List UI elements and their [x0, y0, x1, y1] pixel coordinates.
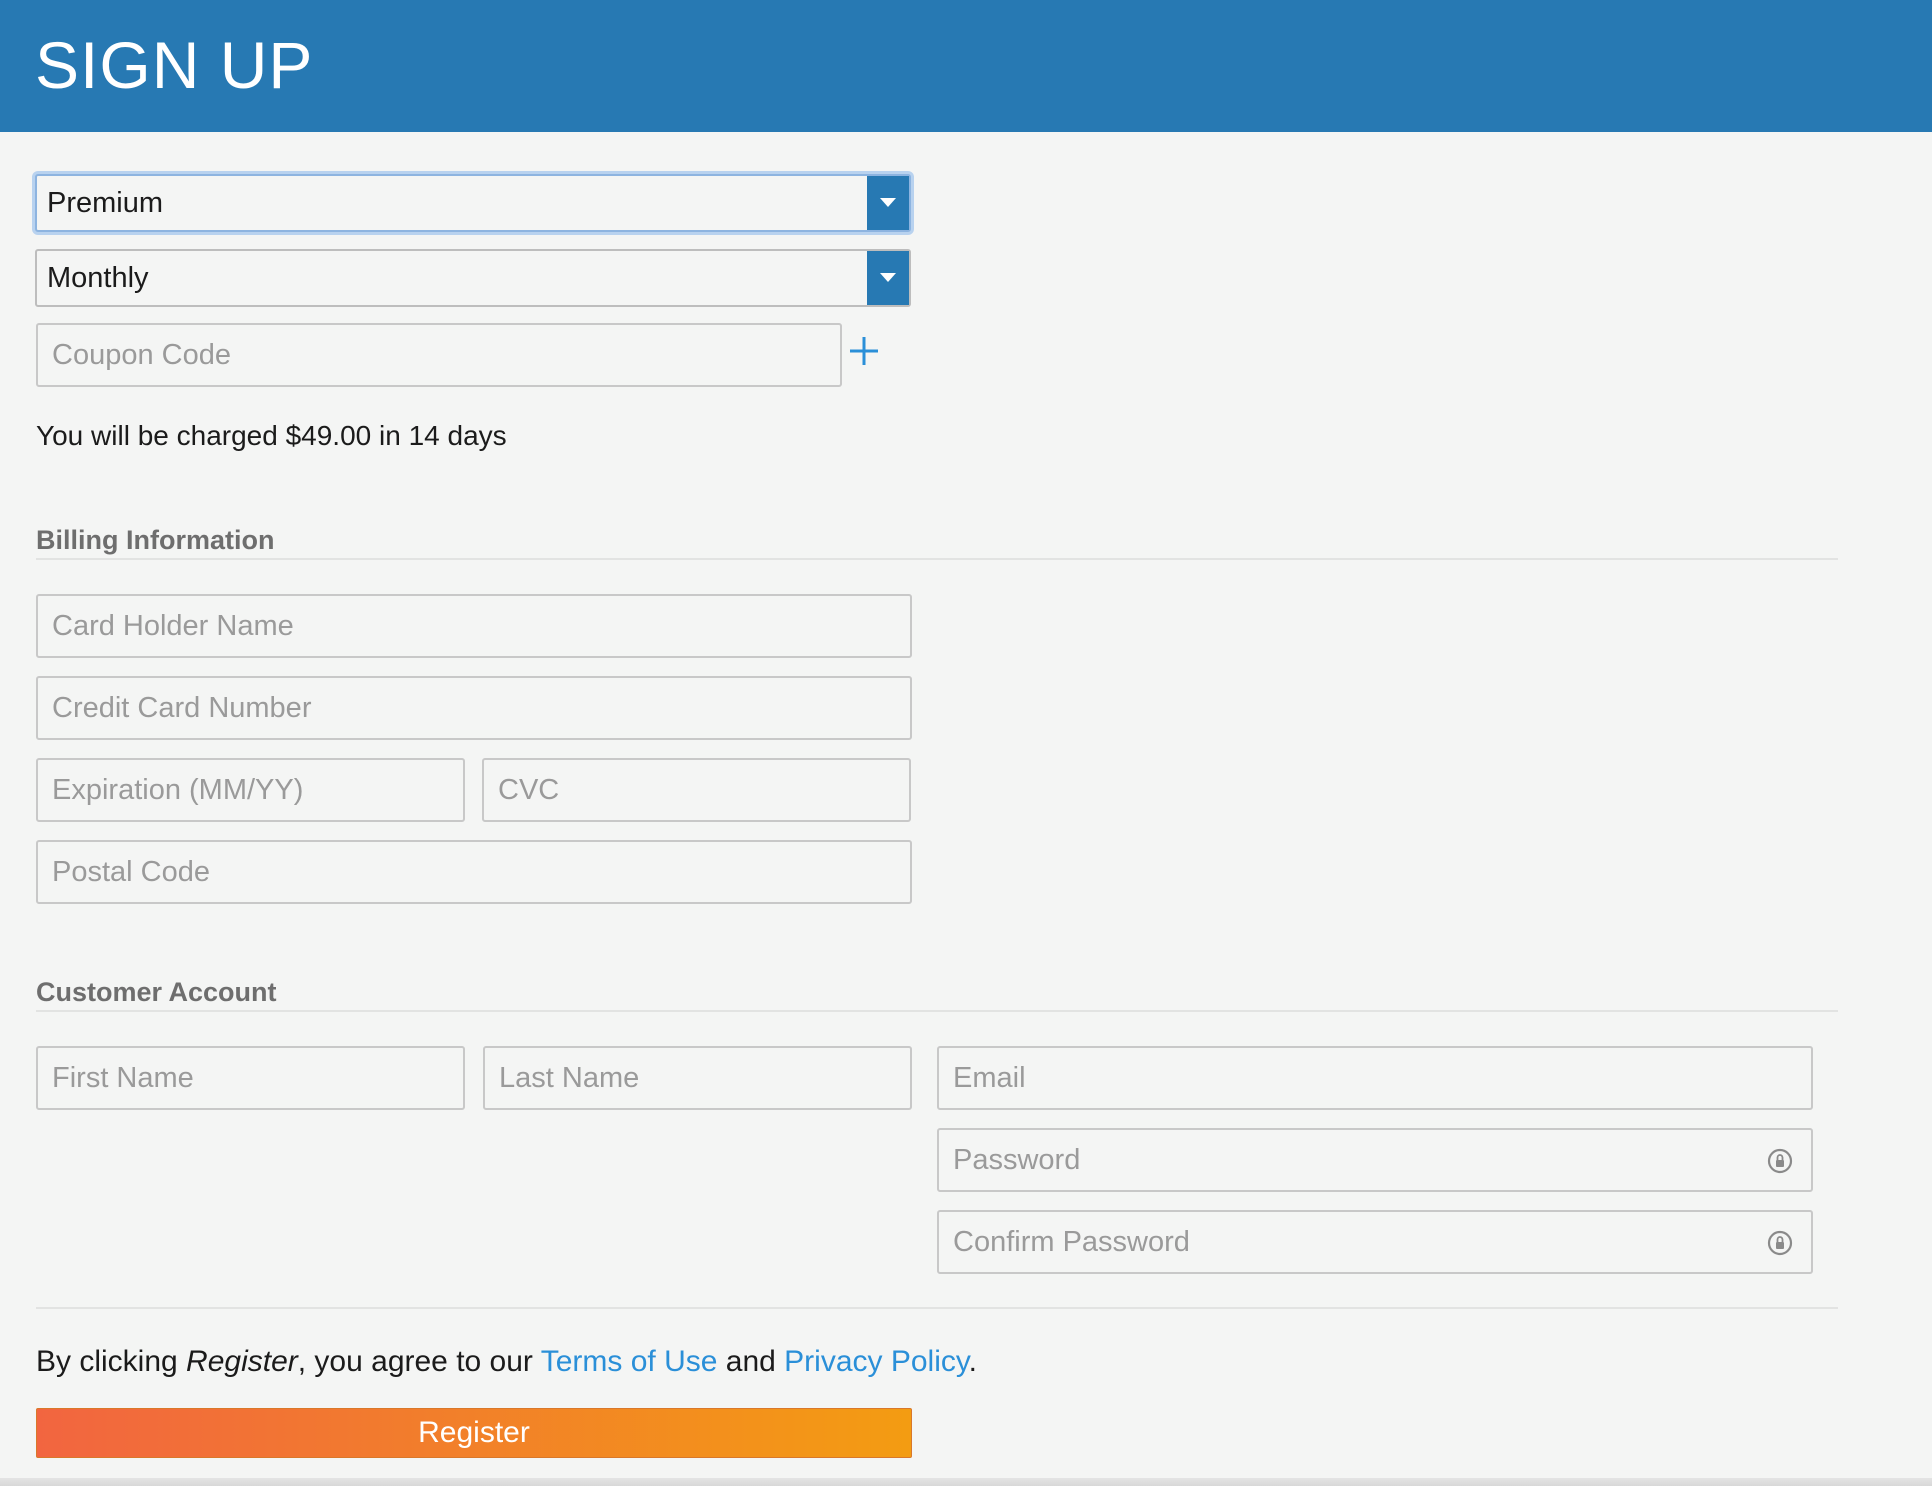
account-divider	[36, 1010, 1838, 1012]
legal-action-word: Register	[186, 1345, 298, 1378]
billing-period-select[interactable]: Monthly	[35, 249, 911, 307]
billing-divider	[36, 558, 1838, 560]
coupon-code-field[interactable]	[36, 323, 842, 387]
legal-notice: By clicking Register, you agree to our T…	[36, 1345, 977, 1379]
card-number-field[interactable]	[36, 676, 912, 740]
card-number-input[interactable]	[52, 678, 910, 738]
expiration-field[interactable]	[36, 758, 465, 822]
billing-period-select-arrow[interactable]	[867, 251, 909, 305]
last-name-input[interactable]	[499, 1048, 910, 1108]
first-name-field[interactable]	[36, 1046, 465, 1110]
first-name-input[interactable]	[52, 1048, 463, 1108]
card-holder-input[interactable]	[52, 596, 910, 656]
page-title: SIGN UP	[35, 28, 314, 102]
confirm-password-input[interactable]	[953, 1212, 1761, 1272]
privacy-policy-link[interactable]: Privacy Policy	[784, 1345, 968, 1378]
cvc-field[interactable]	[482, 758, 911, 822]
plan-select[interactable]: Premium	[35, 174, 911, 232]
plan-select-value: Premium	[47, 186, 164, 219]
legal-prefix: By clicking	[36, 1345, 187, 1378]
account-section-title: Customer Account	[36, 977, 277, 1007]
last-name-field[interactable]	[483, 1046, 912, 1110]
legal-conjunction: and	[717, 1345, 785, 1378]
plan-select-arrow[interactable]	[867, 176, 909, 230]
legal-divider	[36, 1307, 1838, 1309]
expiration-input[interactable]	[52, 760, 463, 820]
charge-notice: You will be charged $49.00 in 14 days	[36, 420, 507, 451]
chevron-down-icon	[880, 273, 896, 282]
coupon-code-input[interactable]	[52, 325, 840, 385]
postal-code-input[interactable]	[52, 842, 910, 902]
chevron-down-icon	[880, 198, 896, 207]
lock-icon[interactable]	[1767, 1228, 1793, 1258]
page-bottom-edge	[0, 1478, 1932, 1486]
password-input[interactable]	[953, 1130, 1761, 1190]
billing-period-select-value: Monthly	[47, 261, 149, 294]
postal-code-field[interactable]	[36, 840, 912, 904]
plus-icon[interactable]	[846, 333, 882, 369]
terms-of-use-link[interactable]: Terms of Use	[541, 1345, 718, 1378]
register-button[interactable]: Register	[36, 1408, 912, 1458]
confirm-password-field[interactable]	[937, 1210, 1813, 1274]
lock-icon[interactable]	[1767, 1146, 1793, 1176]
billing-section-title: Billing Information	[36, 525, 275, 555]
password-field[interactable]	[937, 1128, 1813, 1192]
cvc-input[interactable]	[498, 760, 909, 820]
email-field[interactable]	[937, 1046, 1813, 1110]
email-input[interactable]	[953, 1048, 1811, 1108]
legal-middle: , you agree to our	[297, 1345, 541, 1378]
header-bar: SIGN UP	[0, 0, 1932, 132]
legal-suffix: .	[968, 1345, 977, 1378]
card-holder-field[interactable]	[36, 594, 912, 658]
